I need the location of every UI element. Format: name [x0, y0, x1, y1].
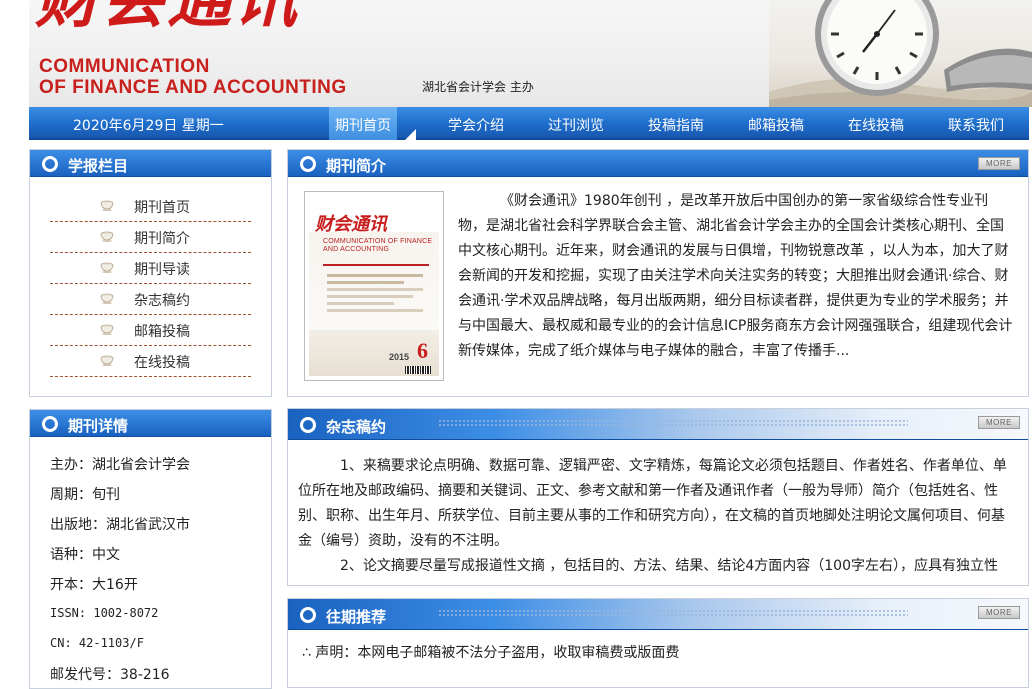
menu-item-email-submission[interactable]: 邮箱投稿 — [50, 315, 251, 346]
column-menu-panel: 学报栏目 期刊首页 期刊简介 期刊导读 杂志稿约 邮箱投稿 在线投稿 — [29, 149, 272, 397]
menu-item-label: 期刊首页 — [134, 200, 190, 216]
circle-icon — [300, 156, 316, 172]
menu-item-online-submission[interactable]: 在线投稿 — [50, 346, 251, 377]
menu-item-intro[interactable]: 期刊简介 — [50, 222, 251, 253]
sponsor-text: 湖北省会计学会 主办 — [422, 80, 534, 94]
menu-item-submission-notice[interactable]: 杂志稿约 — [50, 284, 251, 315]
teacup-icon — [100, 231, 114, 242]
security-notice[interactable]: ∴ 声明：本网电子邮箱被不法分子盗用，收取审稿费或版面费 — [302, 642, 679, 662]
cover-art: 财会通讯 COMMUNICATION OF FINANCE AND ACCOUN… — [309, 196, 439, 376]
submission-panel: 杂志稿约 MORE 1、来稿要求论点明确、数据可靠、逻辑严密、文字精炼，每篇论文… — [287, 408, 1029, 586]
logo-chinese: 财会通讯 — [35, 0, 299, 32]
submission-paragraph-1: 1、来稿要求论点明确、数据可靠、逻辑严密、文字精炼，每篇论文必须包括题目、作者姓… — [298, 458, 1007, 549]
column-menu-list: 期刊首页 期刊简介 期刊导读 杂志稿约 邮箱投稿 在线投稿 — [50, 191, 251, 377]
detail-format: 开本：大16开 — [50, 577, 138, 593]
menu-item-label: 期刊导读 — [134, 262, 190, 278]
past-issues-header: 往期推荐 MORE — [288, 599, 1028, 630]
teacup-icon — [100, 324, 114, 335]
nav-submission-guide[interactable]: 投稿指南 — [648, 115, 704, 135]
past-issues-panel: 往期推荐 MORE ∴ 声明：本网电子邮箱被不法分子盗用，收取审稿费或版面费 — [287, 598, 1029, 688]
logo-english-line1: COMMUNICATION — [39, 56, 210, 77]
cover-logo: 财会通讯 — [315, 214, 387, 235]
details-header: 期刊详情 — [30, 410, 271, 437]
nav-society-intro[interactable]: 学会介绍 — [448, 115, 504, 135]
logo-english: COMMUNICATION OF FINANCE AND ACCOUNTING — [39, 56, 347, 98]
header-dot-pattern — [438, 609, 908, 616]
cover-year: 2015 — [389, 352, 410, 362]
nav-home[interactable]: 期刊首页 — [329, 107, 397, 140]
cover-number: 6 — [417, 338, 428, 363]
active-tab-indicator — [405, 129, 416, 140]
nav-email-submission[interactable]: 邮箱投稿 — [748, 115, 804, 135]
submission-body: 1、来稿要求论点明确、数据可靠、逻辑严密、文字精炼，每篇论文必须包括题目、作者姓… — [298, 454, 1018, 579]
column-menu-title: 学报栏目 — [68, 157, 129, 175]
menu-item-label: 在线投稿 — [134, 355, 190, 371]
main-nav: 2020年6月29日 星期一 期刊首页 学会介绍 过刊浏览 投稿指南 邮箱投稿 … — [29, 107, 1029, 140]
detail-frequency: 周期：旬刊 — [50, 487, 120, 503]
details-panel: 期刊详情 主办：湖北省会计学会 周期：旬刊 出版地：湖北省武汉市 语种：中文 开… — [29, 409, 272, 689]
intro-text: 《财会通讯》1980年创刊 ，是改革开放后中国创办的第一家省级综合性专业刊物，是… — [458, 193, 1013, 359]
submission-more-button[interactable]: MORE — [978, 416, 1020, 429]
menu-item-label: 杂志稿约 — [134, 293, 190, 309]
past-issues-more-button[interactable]: MORE — [978, 606, 1020, 619]
menu-item-label: 邮箱投稿 — [134, 324, 190, 340]
nav-online-submission[interactable]: 在线投稿 — [848, 115, 904, 135]
logo-english-line2: OF FINANCE AND ACCOUNTING — [39, 77, 347, 98]
detail-language: 语种：中文 — [50, 547, 120, 563]
submission-header: 杂志稿约 MORE — [288, 409, 1028, 440]
site-header: 财会通讯 COMMUNICATION OF FINANCE AND ACCOUN… — [29, 0, 1032, 107]
past-issues-title: 往期推荐 — [326, 608, 387, 626]
cover-rule — [323, 264, 429, 266]
details-title: 期刊详情 — [68, 417, 129, 435]
menu-item-home[interactable]: 期刊首页 — [50, 191, 251, 222]
intro-panel: 期刊简介 MORE 财会通讯 COMMUNICATION OF FINANCE … — [287, 149, 1029, 397]
cover-barcode — [405, 366, 431, 374]
detail-issn: ISSN: 1002-8072 — [50, 606, 159, 620]
cover-english: COMMUNICATION OF FINANCE AND ACCOUNTING — [323, 238, 433, 253]
teacup-icon — [100, 355, 114, 366]
detail-sponsor: 主办：湖北省会计学会 — [50, 457, 190, 473]
circle-icon — [42, 416, 58, 432]
details-list: 主办：湖北省会计学会 周期：旬刊 出版地：湖北省武汉市 语种：中文 开本：大16… — [50, 454, 270, 688]
cover-contents — [327, 274, 423, 316]
teacup-icon — [100, 293, 114, 304]
intro-more-button[interactable]: MORE — [978, 157, 1020, 170]
submission-title: 杂志稿约 — [326, 418, 387, 436]
teacup-icon — [100, 262, 114, 273]
nav-past-issues[interactable]: 过刊浏览 — [548, 115, 604, 135]
submission-paragraph-2: 2、论文摘要尽量写成报道性文摘 ，包括目的、方法、结果、结论4方面内容（100字… — [340, 558, 998, 574]
teacup-icon — [100, 200, 114, 211]
intro-title: 期刊简介 — [326, 157, 387, 175]
menu-item-guide[interactable]: 期刊导读 — [50, 253, 251, 284]
circle-icon — [300, 607, 316, 623]
menu-item-label: 期刊简介 — [134, 231, 190, 247]
circle-icon — [300, 417, 316, 433]
current-date: 2020年6月29日 星期一 — [73, 118, 224, 134]
detail-cn: CN: 42-1103/F — [50, 636, 144, 650]
circle-icon — [42, 156, 58, 172]
journal-cover-image[interactable]: 财会通讯 COMMUNICATION OF FINANCE AND ACCOUN… — [304, 191, 444, 381]
detail-publish-place: 出版地：湖北省武汉市 — [50, 517, 190, 533]
column-menu-header: 学报栏目 — [30, 150, 271, 177]
header-dot-pattern — [438, 419, 908, 426]
pocket-watch-image — [769, 0, 1032, 107]
detail-postal-code: 邮发代号：38-216 — [50, 667, 170, 683]
nav-contact[interactable]: 联系我们 — [948, 115, 1004, 135]
intro-header: 期刊简介 MORE — [288, 150, 1028, 177]
